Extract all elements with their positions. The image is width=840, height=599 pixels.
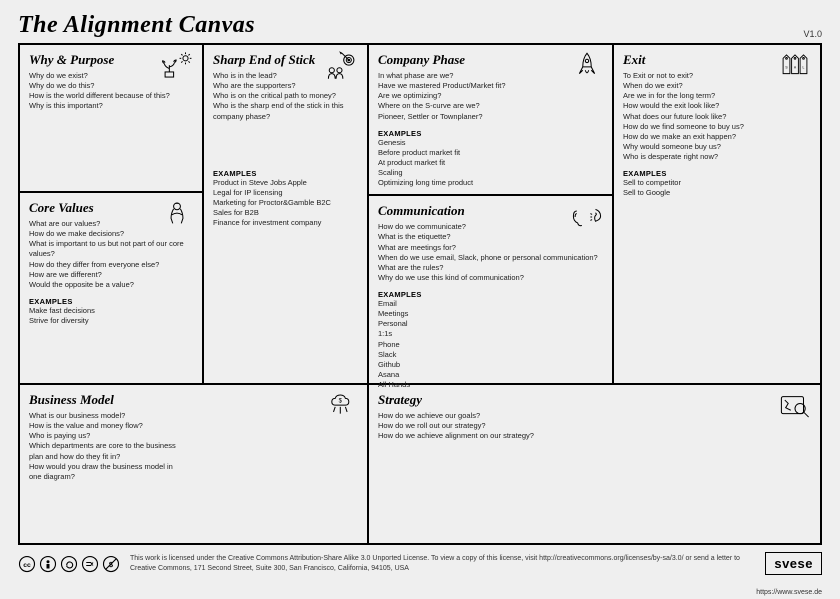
cc-icon: cc bbox=[18, 555, 36, 573]
section-title: Business Model bbox=[29, 392, 358, 408]
target-people-icon bbox=[325, 51, 359, 81]
thinker-icon bbox=[160, 199, 194, 229]
examples-heading: EXAMPLES bbox=[29, 297, 193, 306]
svg-text:$: $ bbox=[339, 399, 343, 405]
sale-tags-icon: S A L bbox=[778, 51, 812, 81]
cc-remix-icon bbox=[81, 555, 99, 573]
section-why: Why & Purpose Why do we exist?Why do we … bbox=[20, 45, 202, 193]
svg-text:S: S bbox=[785, 66, 788, 70]
question-list: What are our values?How do we make decis… bbox=[29, 219, 193, 290]
footer-url: https://www.svese.de bbox=[756, 589, 822, 596]
cloud-money-icon: $ bbox=[325, 391, 359, 421]
rocket-icon bbox=[570, 51, 604, 81]
magnifier-map-icon bbox=[778, 391, 812, 421]
question-list: What is our business model?How is the va… bbox=[29, 411, 179, 482]
question-list: How do we achieve our goals?How do we ro… bbox=[378, 411, 811, 441]
examples-list: Sell to competitorSell to Google bbox=[623, 178, 811, 198]
section-values: Core Values What are our values?How do w… bbox=[20, 193, 202, 383]
section-strategy: Strategy How do we achieve our goals?How… bbox=[369, 385, 820, 447]
examples-list: Make fast decisionsStrive for diversity bbox=[29, 306, 193, 326]
page-title: The Alignment Canvas bbox=[18, 12, 255, 39]
cc-by-icon bbox=[39, 555, 57, 573]
section-sharp: Sharp End of Stick Who is in the lead?Wh… bbox=[204, 45, 367, 383]
svg-text:cc: cc bbox=[23, 562, 31, 569]
license-text: This work is licensed under the Creative… bbox=[130, 554, 755, 572]
examples-list: EmailMeetingsPersonal1:1sPhoneSlackGithu… bbox=[378, 299, 603, 390]
ear-mouth-icon bbox=[570, 202, 604, 232]
version-label: V1.0 bbox=[803, 29, 822, 39]
examples-list: GenesisBefore product market fitAt produ… bbox=[378, 138, 603, 189]
section-phase: Company Phase In what phase are we?Have … bbox=[369, 45, 612, 196]
footer: cc $ This work is licensed under the Cre… bbox=[0, 545, 840, 575]
svg-text:A: A bbox=[794, 66, 797, 70]
examples-heading: EXAMPLES bbox=[378, 129, 603, 138]
examples-heading: EXAMPLES bbox=[378, 290, 603, 299]
question-list: To Exit or not to exit?When do we exit?A… bbox=[623, 71, 811, 162]
cc-sa-icon bbox=[60, 555, 78, 573]
cc-icons: cc $ bbox=[18, 555, 120, 573]
plant-sun-icon bbox=[160, 51, 194, 81]
examples-heading: EXAMPLES bbox=[623, 169, 811, 178]
cc-nc-icon: $ bbox=[102, 555, 120, 573]
section-business-model: $ Business Model What is our business mo… bbox=[20, 385, 367, 488]
section-comm: Communication How do we communicate?What… bbox=[369, 196, 612, 396]
examples-list: Product in Steve Jobs AppleLegal for IP … bbox=[213, 178, 358, 229]
section-exit: S A L Exit To Exit or not to exit?When d… bbox=[614, 45, 820, 383]
section-title: Strategy bbox=[378, 392, 811, 408]
svese-logo: svese bbox=[765, 552, 822, 575]
examples-heading: EXAMPLES bbox=[213, 169, 358, 178]
alignment-canvas: Why & Purpose Why do we exist?Why do we … bbox=[18, 43, 822, 545]
svg-text:L: L bbox=[803, 66, 805, 70]
